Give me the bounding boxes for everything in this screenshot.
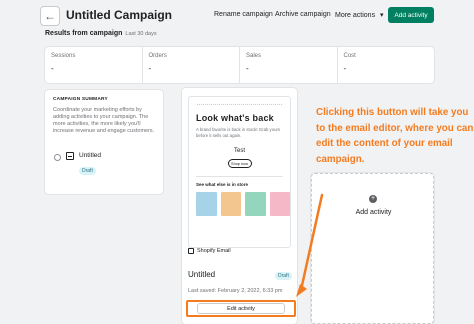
summary-description: Coordinate your marketing efforts by add… xyxy=(53,107,155,134)
email-icon xyxy=(66,152,74,160)
edit-activity-highlight: Edit activity xyxy=(186,300,296,317)
stat-label: Cost xyxy=(343,53,356,59)
campaign-activity-row[interactable]: Untitled Draft xyxy=(54,152,101,177)
preview-test-text: Test xyxy=(233,148,245,154)
status-badge: Draft xyxy=(79,167,96,175)
summary-title: CAMPAIGN SUMMARY xyxy=(53,97,108,102)
source-label: Shopify Email xyxy=(197,248,231,254)
archive-campaign-button[interactable]: Archive campaign xyxy=(275,11,331,18)
preview-header-line xyxy=(197,99,282,105)
top-bar: ← Untitled Campaign Rename campaign Arch… xyxy=(0,0,474,34)
preview-divider xyxy=(196,176,283,177)
preview-shop-button: Shop now xyxy=(227,159,252,168)
stat-value: - xyxy=(51,64,54,73)
activity-status-badge: Draft xyxy=(275,272,292,280)
preview-instore-heading: See what else is in store xyxy=(196,182,249,187)
stat-value: - xyxy=(148,64,152,73)
arrow-head xyxy=(296,284,307,297)
campaign-name: Untitled xyxy=(79,152,102,159)
stat-label: Sales xyxy=(246,53,262,59)
stat-orders: Orders - xyxy=(143,47,240,83)
last-saved-text: Last saved: February 2, 2022, 6:33 pm xyxy=(188,288,283,294)
chevron-down-icon: ▾ xyxy=(380,12,384,19)
product-image xyxy=(269,192,290,216)
preview-body: A brand favorite is back in stock! Grab … xyxy=(196,127,281,138)
add-activity-card[interactable]: + Add activity xyxy=(311,173,434,324)
more-actions-label: More actions xyxy=(335,12,376,19)
results-title: Results from campaign xyxy=(45,30,123,37)
rename-campaign-button[interactable]: Rename campaign xyxy=(214,11,273,18)
stats-bar: Sessions - Orders - Sales - Cost - xyxy=(45,47,434,83)
shopify-email-icon xyxy=(188,248,194,254)
product-image xyxy=(245,192,266,216)
stat-value: - xyxy=(343,64,347,73)
preview-heading: Look what's back xyxy=(196,113,274,123)
activity-title: Untitled xyxy=(188,270,216,279)
more-actions-button[interactable]: More actions ▾ xyxy=(335,11,384,19)
stat-label: Orders xyxy=(148,53,167,59)
email-preview: Look what's back A brand favorite is bac… xyxy=(188,96,291,248)
stat-sessions: Sessions - xyxy=(45,47,143,83)
annotation-callout: Clicking this button will take you to th… xyxy=(316,107,474,165)
results-period: Last 30 days xyxy=(125,31,157,37)
add-activity-button[interactable]: Add activity xyxy=(388,7,434,23)
plus-circle-icon: + xyxy=(369,195,377,203)
results-heading: Results from campaign Last 30 days xyxy=(45,30,157,37)
stat-value: - xyxy=(246,64,249,73)
product-image xyxy=(220,192,241,216)
stat-sales: Sales - xyxy=(240,47,338,83)
campaign-summary-card: CAMPAIGN SUMMARY Coordinate your marketi… xyxy=(45,90,163,194)
email-activity-card: Look what's back A brand favorite is bac… xyxy=(182,88,297,324)
shopify-email-label: Shopify Email xyxy=(188,248,231,254)
product-image xyxy=(196,192,217,216)
stat-cost: Cost - xyxy=(338,47,435,83)
page-title: Untitled Campaign xyxy=(66,8,173,22)
arrow-left-icon: ← xyxy=(44,9,56,23)
edit-activity-button[interactable]: Edit activity xyxy=(197,303,285,314)
stat-label: Sessions xyxy=(51,53,76,59)
back-button[interactable]: ← xyxy=(40,6,60,26)
activity-radio[interactable] xyxy=(54,154,61,161)
add-activity-label: Add activity xyxy=(355,209,392,216)
product-thumbnails xyxy=(196,192,290,216)
